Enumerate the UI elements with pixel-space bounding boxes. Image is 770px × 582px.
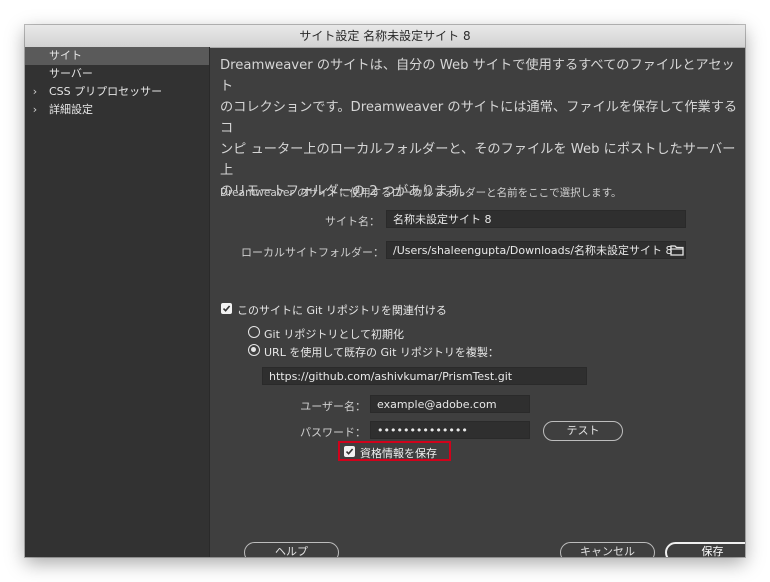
git-clone-radio[interactable] <box>248 344 260 356</box>
git-init-label: Git リポジトリとして初期化 <box>264 328 405 341</box>
description-line: のコレクションです。Dreamweaver のサイトには通常、ファイルを保存して… <box>220 100 738 136</box>
sidebar-item-label: サーバー <box>49 67 93 80</box>
sidebar: サイト サーバー › CSS プリプロセッサー › 詳細設定 <box>25 47 210 557</box>
site-setup-dialog: サイト設定 名称未設定サイト 8 サイト サーバー › CSS プリプロセッサー… <box>25 25 745 557</box>
sidebar-item-label: CSS プリプロセッサー <box>49 85 163 98</box>
sidebar-item-css-preprocessors[interactable]: › CSS プリプロセッサー <box>25 83 209 101</box>
password-input[interactable]: •••••••••••••• <box>370 421 530 439</box>
git-init-radio[interactable] <box>248 326 260 338</box>
git-associate-checkbox[interactable] <box>221 303 232 314</box>
help-button[interactable]: ヘルプ <box>244 542 339 557</box>
git-associate-label: このサイトに Git リポジトリを関連付ける <box>237 304 447 317</box>
save-credentials-label: 資格情報を保存 <box>360 447 437 460</box>
username-input[interactable]: example@adobe.com <box>370 395 530 413</box>
local-folder-input[interactable]: /Users/shaleengupta/Downloads/名称未設定サイト 8 <box>386 241 686 259</box>
git-clone-label: URL を使用して既存の Git リポジトリを複製： <box>264 346 499 359</box>
cancel-button[interactable]: キャンセル <box>560 542 655 557</box>
chevron-right-icon[interactable]: › <box>30 83 40 101</box>
sidebar-item-servers[interactable]: サーバー <box>25 65 209 83</box>
password-label: パスワード： <box>300 426 366 439</box>
test-button[interactable]: テスト <box>543 421 623 441</box>
site-description: Dreamweaver のサイトは、自分の Web サイトで使用するすべてのファ… <box>220 55 740 202</box>
sidebar-item-label: 詳細設定 <box>49 103 93 116</box>
site-name-input[interactable]: 名称未設定サイト 8 <box>386 210 686 228</box>
sidebar-item-site[interactable]: サイト <box>25 47 209 65</box>
site-name-label: サイト名： <box>325 215 380 228</box>
chevron-right-icon[interactable]: › <box>30 101 40 119</box>
window-title: サイト設定 名称未設定サイト 8 <box>25 25 745 48</box>
site-settings-panel: Dreamweaver のサイトは、自分の Web サイトで使用するすべてのファ… <box>210 47 745 557</box>
sidebar-item-label: サイト <box>49 49 82 62</box>
local-folder-label: ローカルサイトフォルダー： <box>241 246 384 259</box>
local-folder-hint: Dreamweaver のサイトに使用するローカルフォルダーと名前をここで選択し… <box>220 187 622 199</box>
save-credentials-checkbox[interactable] <box>344 446 355 457</box>
username-label: ユーザー名： <box>300 400 366 413</box>
folder-icon[interactable] <box>670 244 684 259</box>
description-line: Dreamweaver のサイトは、自分の Web サイトで使用するすべてのファ… <box>220 58 735 94</box>
git-url-input[interactable]: https://github.com/ashivkumar/PrismTest.… <box>262 367 587 385</box>
save-button[interactable]: 保存 <box>665 542 745 557</box>
description-line: ンピ ューター上のローカルフォルダーと、そのファイルを Web にポストしたサー… <box>220 142 736 178</box>
sidebar-item-advanced-settings[interactable]: › 詳細設定 <box>25 101 209 119</box>
